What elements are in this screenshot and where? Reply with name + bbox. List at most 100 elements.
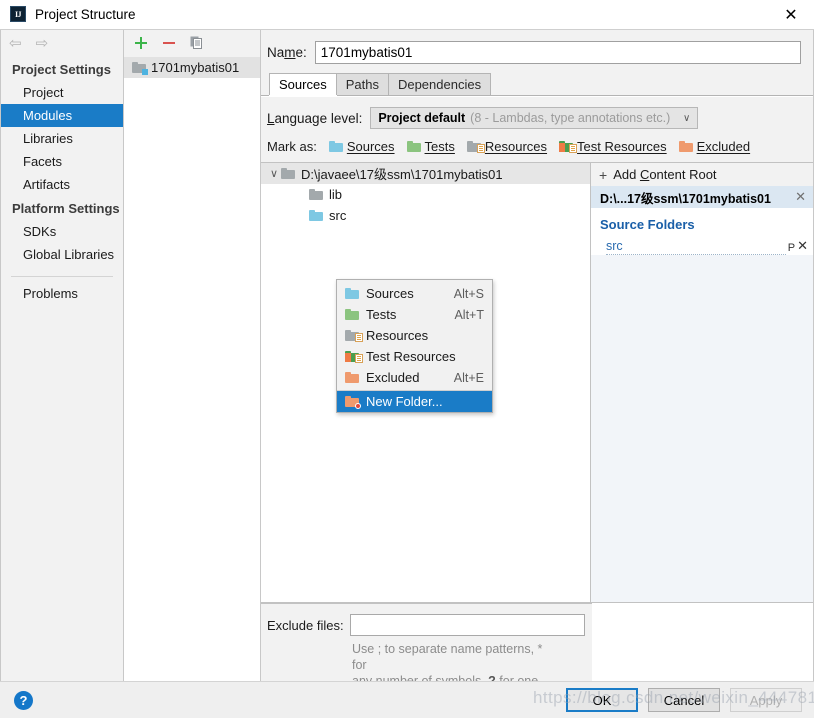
- tree-row-lib[interactable]: lib: [261, 184, 590, 205]
- dialog-footer: ? OK Cancel Apply: [0, 681, 814, 718]
- context-menu-item-new-folder[interactable]: New Folder...: [337, 391, 492, 412]
- exclude-files-row: Exclude files:: [267, 614, 592, 636]
- mark-as-label: Mark as:: [267, 139, 317, 154]
- tree-row-root[interactable]: ∨ D:\javaee\17级ssm\1701mybatis01: [261, 163, 590, 184]
- source-folders-background: [591, 251, 813, 602]
- module-name-label: 1701mybatis01: [151, 60, 240, 75]
- context-menu-sources-shortcut: Alt+S: [453, 286, 484, 301]
- source-folders-title: Source Folders: [600, 217, 695, 232]
- mark-as-tests-label: Tests: [424, 139, 455, 154]
- folder-excluded-icon: [678, 141, 693, 152]
- sidebar-group-project-settings: Project Settings: [12, 62, 111, 77]
- sidebar-item-sdks[interactable]: SDKs: [1, 220, 123, 243]
- tab-dependencies[interactable]: Dependencies: [387, 73, 492, 95]
- mark-as-excluded-label: Excluded: [696, 139, 751, 154]
- folder-root-icon: [281, 168, 295, 179]
- module-name-input[interactable]: [314, 41, 801, 64]
- mark-as-sources-label: Sources: [346, 139, 395, 154]
- remove-content-root-icon[interactable]: ✕: [795, 189, 806, 205]
- context-menu-excluded-label: Excluded: [366, 370, 420, 385]
- context-menu-resources-label: Resources: [366, 328, 429, 343]
- context-menu-new-folder-label: New Folder...: [366, 394, 443, 409]
- exclude-files-input[interactable]: [349, 614, 585, 636]
- language-level-select[interactable]: Project default (8 - Lambdas, type annot…: [370, 107, 699, 129]
- module-list-item[interactable]: 1701mybatis01: [124, 57, 260, 78]
- tab-sources[interactable]: Sources: [269, 73, 337, 95]
- cancel-button[interactable]: Cancel: [648, 688, 720, 712]
- folder-test-resources-icon: [559, 141, 578, 153]
- forward-arrow-icon[interactable]: ⇨: [36, 36, 49, 51]
- window-title: Project Structure: [35, 6, 136, 22]
- tab-paths[interactable]: Paths: [335, 73, 389, 95]
- context-menu-item-excluded[interactable]: Excluded Alt+E: [337, 367, 492, 388]
- language-level-value: Project default: [378, 111, 466, 125]
- folder-resources-icon: [466, 141, 485, 153]
- add-module-icon[interactable]: [133, 35, 149, 51]
- sidebar-item-global-libraries[interactable]: Global Libraries: [1, 243, 123, 266]
- folder-resources-icon: [345, 330, 363, 342]
- context-menu-item-tests[interactable]: Tests Alt+T: [337, 304, 492, 325]
- tree-row-src[interactable]: src: [261, 205, 590, 226]
- sidebar-item-libraries[interactable]: Libraries: [1, 127, 123, 150]
- folder-sources-icon: [328, 141, 343, 152]
- folder-tests-icon: [345, 309, 359, 320]
- sidebar-item-artifacts[interactable]: Artifacts: [1, 173, 123, 196]
- context-menu-tests-label: Tests: [366, 307, 397, 322]
- add-content-root-label: Add Content Root: [613, 167, 717, 182]
- sidebar-item-problems[interactable]: Problems: [1, 277, 123, 305]
- mark-as-resources[interactable]: Resources: [466, 139, 548, 154]
- chevron-down-icon: ∨: [683, 112, 691, 124]
- add-content-root-button[interactable]: + Add Content Root: [591, 163, 813, 186]
- module-folder-icon: [132, 62, 148, 75]
- package-prefix-icon[interactable]: P: [788, 242, 795, 254]
- ok-button[interactable]: OK: [566, 688, 638, 712]
- plus-icon: +: [599, 166, 608, 183]
- mark-as-excluded[interactable]: Excluded: [678, 139, 751, 154]
- mark-as-resources-label: Resources: [484, 139, 548, 154]
- apply-button: Apply: [730, 688, 802, 712]
- content-root-path-row[interactable]: D:\...17级ssm\1701mybatis01 ✕: [591, 186, 813, 208]
- folder-src-icon: [309, 210, 323, 221]
- module-name-row: Name:: [261, 30, 813, 73]
- chevron-down-icon[interactable]: ∨: [267, 167, 281, 180]
- mark-as-test-resources[interactable]: Test Resources: [559, 139, 667, 154]
- context-menu-item-resources[interactable]: Resources: [337, 325, 492, 346]
- dialog-button-group: OK Cancel Apply: [566, 688, 802, 712]
- folder-sources-icon: [345, 288, 359, 299]
- folder-tests-icon: [406, 141, 421, 152]
- context-menu-tests-shortcut: Alt+T: [454, 307, 484, 322]
- close-window-button[interactable]: ✕: [768, 0, 814, 29]
- remove-module-icon[interactable]: [161, 35, 177, 51]
- sidebar-item-project[interactable]: Project: [1, 81, 123, 104]
- modules-list-panel: 1701mybatis01: [124, 30, 261, 681]
- context-menu-sources-label: Sources: [366, 286, 414, 301]
- exclude-right-filler: [592, 603, 813, 681]
- title-bar: IJ Project Structure ✕: [0, 0, 814, 29]
- mark-as-context-menu: Sources Alt+S Tests Alt+T Resources Test…: [336, 279, 493, 413]
- mark-as-tests[interactable]: Tests: [406, 139, 455, 154]
- help-button[interactable]: ?: [14, 690, 33, 710]
- folder-lib-icon: [309, 189, 323, 200]
- context-menu-item-sources[interactable]: Sources Alt+S: [337, 283, 492, 304]
- detail-tabs: Sources Paths Dependencies: [261, 73, 813, 96]
- mark-as-row: Mark as: Sources Tests Resources Test Re…: [261, 129, 813, 162]
- exclude-files-section: Exclude files: Use ; to separate name pa…: [261, 602, 813, 688]
- sidebar-item-modules[interactable]: Modules: [1, 104, 123, 127]
- tree-root-label: D:\javaee\17级ssm\1701mybatis01: [301, 167, 503, 182]
- remove-source-folder-icon[interactable]: ✕: [797, 238, 808, 254]
- source-folder-entry[interactable]: src P ✕: [591, 235, 813, 255]
- copy-module-icon[interactable]: [189, 35, 205, 51]
- folder-excluded-icon: [345, 372, 359, 383]
- back-arrow-icon[interactable]: ⇦: [9, 36, 22, 51]
- language-level-row: Language level: Project default (8 - Lam…: [261, 97, 813, 129]
- sidebar-item-facets[interactable]: Facets: [1, 150, 123, 173]
- folder-test-resources-icon: [345, 351, 363, 363]
- mark-as-sources[interactable]: Sources: [328, 139, 395, 154]
- context-menu-test-resources-label: Test Resources: [366, 349, 456, 364]
- exclude-hint-line1: Use ; to separate name patterns, * for: [352, 642, 543, 672]
- mark-as-test-resources-label: Test Resources: [577, 139, 667, 154]
- context-menu-item-test-resources[interactable]: Test Resources: [337, 346, 492, 367]
- exclude-files-label: Exclude files:: [267, 617, 344, 633]
- name-label: Name:: [267, 45, 307, 60]
- content-root-path-label: D:\...17级ssm\1701mybatis01: [600, 191, 771, 206]
